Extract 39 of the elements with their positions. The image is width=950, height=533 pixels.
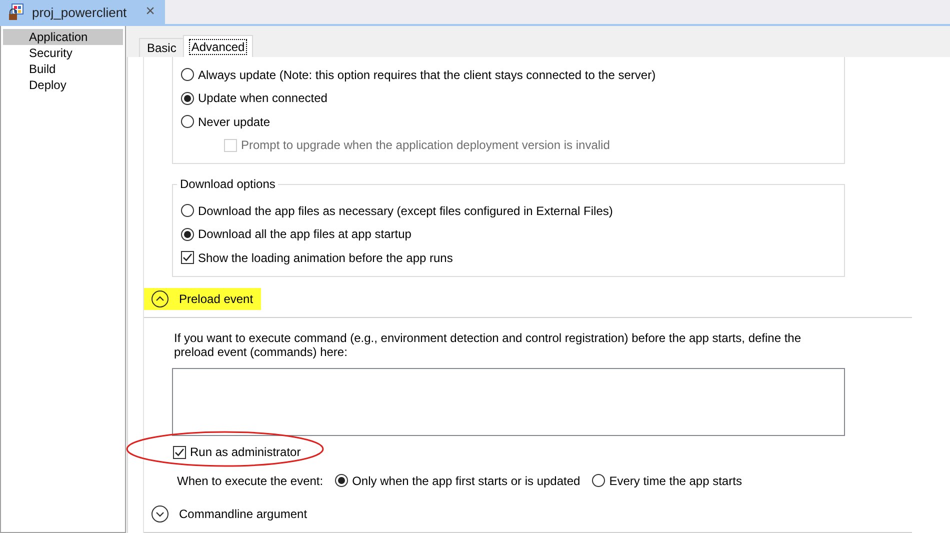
document-title: proj_powerclient [32,4,128,20]
radio-button[interactable] [181,204,194,218]
check-icon [182,252,193,264]
sidebar-item[interactable]: Application [3,29,123,45]
sidebar-item[interactable]: Security [3,45,123,61]
tab[interactable]: Advanced [183,35,253,57]
description-text: If you want to execute command (e.g., environment detection and control registration) before the app starts, define the preload event (commands) here: [174,330,802,358]
command-field[interactable] [172,368,845,436]
radio-button[interactable] [592,474,606,487]
project-lock-icon [8,3,24,21]
checkbox[interactable] [181,251,194,264]
radio-button[interactable] [181,115,194,128]
collapse-icon [151,290,169,308]
expand-icon [151,505,169,523]
radio-button[interactable] [181,92,194,105]
check-icon [174,446,185,458]
radio-button[interactable] [335,474,348,487]
option-label: Never update [198,114,270,129]
group-legend: Download options [177,177,278,191]
option-label: Update when connected [198,91,328,106]
option-label: Download the app files as necessary (except files configured in External Files) [198,204,613,218]
when-label: When to execute the event: [177,474,324,488]
option-label: Show the loading animation before the app runs [198,250,453,265]
sidebar-item[interactable]: Deploy [3,77,123,93]
option-label: Every time the app starts [609,474,742,488]
option-label: Download all the app files at app startup [198,227,412,242]
checkbox[interactable] [173,446,186,459]
option-label: Only when the app first starts or is updated [352,474,580,488]
option-label: Always update (Note: this option requires that the client stays connected to the server) [198,68,656,82]
document-tab[interactable]: proj_powerclient × [0,0,165,24]
section-header[interactable]: Commandline argument [144,503,316,525]
section-header[interactable]: Preload event [144,288,262,310]
radio-button[interactable] [181,68,194,82]
sidebar-item[interactable]: Build [3,61,123,77]
tab[interactable]: Basic [139,38,184,57]
option-label: Run as administrator [190,445,301,460]
close-button[interactable]: × [144,4,157,20]
option-label: Prompt to upgrade when the application deployment version is invalid [241,138,610,152]
radio-button[interactable] [181,228,194,241]
